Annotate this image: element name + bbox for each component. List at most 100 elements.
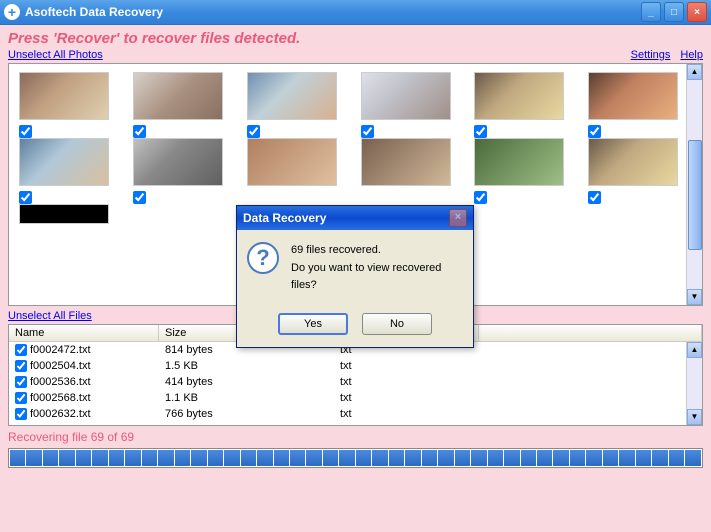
scroll-down-button[interactable]: ▼ — [687, 289, 702, 305]
minimize-button[interactable]: _ — [641, 2, 661, 22]
progress-block — [405, 450, 420, 466]
file-checkbox[interactable] — [15, 408, 27, 420]
settings-link[interactable]: Settings — [631, 49, 671, 61]
photo-item[interactable] — [19, 204, 123, 224]
progress-block — [636, 450, 651, 466]
progress-block — [537, 450, 552, 466]
progress-block — [175, 450, 190, 466]
progress-block — [652, 450, 667, 466]
progress-block — [274, 450, 289, 466]
progress-block — [241, 450, 256, 466]
scroll-thumb[interactable] — [688, 140, 702, 250]
photo-thumb — [474, 72, 564, 120]
file-name: f0002536.txt — [30, 376, 91, 388]
progress-block — [323, 450, 338, 466]
progress-block — [356, 450, 371, 466]
photo-checkbox[interactable] — [588, 191, 601, 204]
progress-block — [158, 450, 173, 466]
progress-block — [471, 450, 486, 466]
photo-checkbox[interactable] — [361, 125, 374, 138]
maximize-button[interactable]: □ — [664, 2, 684, 22]
file-checkbox[interactable] — [15, 344, 27, 356]
photo-item[interactable] — [474, 72, 578, 120]
progress-block — [76, 450, 91, 466]
photo-item[interactable] — [474, 138, 578, 186]
file-name: f0002632.txt — [30, 408, 91, 420]
help-link[interactable]: Help — [680, 49, 703, 61]
file-row[interactable]: f0002536.txt 414 bytestxt — [9, 374, 702, 390]
progress-block — [504, 450, 519, 466]
col-header-name[interactable]: Name — [9, 325, 159, 341]
file-scrollbar[interactable]: ▲ ▼ — [686, 342, 702, 425]
progress-block — [586, 450, 601, 466]
photo-item[interactable] — [247, 138, 351, 186]
photo-checkbox[interactable] — [474, 125, 487, 138]
photo-checkbox[interactable] — [19, 191, 32, 204]
photo-thumb — [133, 72, 223, 120]
file-extension: txt — [334, 392, 479, 404]
progress-block — [455, 450, 470, 466]
progress-block — [488, 450, 503, 466]
photo-thumb — [19, 138, 109, 186]
file-size: 1.5 KB — [159, 360, 334, 372]
scroll-up-button[interactable]: ▲ — [687, 64, 702, 80]
col-header-blank — [479, 325, 702, 341]
photo-thumb — [588, 72, 678, 120]
progress-block — [290, 450, 305, 466]
progress-block — [372, 450, 387, 466]
photo-item[interactable] — [133, 72, 237, 120]
unselect-all-photos-link[interactable]: Unselect All Photos — [8, 49, 103, 61]
file-row[interactable]: f0002632.txt766 bytestxt — [9, 406, 702, 422]
photo-item[interactable] — [361, 138, 465, 186]
photo-item[interactable] — [19, 138, 123, 186]
progress-block — [306, 450, 321, 466]
progress-block — [142, 450, 157, 466]
photo-item[interactable] — [588, 138, 692, 186]
photo-thumb — [588, 138, 678, 186]
progress-bar — [8, 448, 703, 468]
progress-block — [521, 450, 536, 466]
window-title: Asoftech Data Recovery — [25, 5, 641, 19]
file-extension: txt — [334, 376, 479, 388]
scroll-down-button[interactable]: ▼ — [687, 409, 702, 425]
file-size: 766 bytes — [159, 408, 334, 420]
photo-item[interactable] — [133, 138, 237, 186]
photo-thumb — [133, 138, 223, 186]
file-checkbox[interactable] — [15, 392, 27, 404]
progress-block — [389, 450, 404, 466]
file-name: f0002504.txt — [30, 360, 91, 372]
photo-checkbox[interactable] — [588, 125, 601, 138]
yes-button[interactable]: Yes — [278, 313, 348, 335]
photo-thumb — [361, 72, 451, 120]
file-row[interactable]: f0002568.txt1.1 KBtxt — [9, 390, 702, 406]
file-checkbox[interactable] — [15, 360, 27, 372]
progress-block — [208, 450, 223, 466]
photo-item[interactable] — [361, 72, 465, 120]
progress-block — [257, 450, 272, 466]
photo-item[interactable] — [19, 72, 123, 120]
close-button[interactable]: × — [687, 2, 707, 22]
photo-checkbox[interactable] — [474, 191, 487, 204]
photo-item[interactable] — [588, 72, 692, 120]
app-icon: + — [4, 4, 20, 20]
scroll-up-button[interactable]: ▲ — [687, 342, 702, 358]
photo-scrollbar[interactable]: ▲ ▼ — [686, 64, 702, 305]
photo-checkbox[interactable] — [247, 125, 260, 138]
file-size: 414 bytes — [159, 376, 334, 388]
file-checkbox[interactable] — [15, 376, 27, 388]
no-button[interactable]: No — [362, 313, 432, 335]
unselect-all-files-link[interactable]: Unselect All Files — [8, 310, 92, 322]
photo-checkbox[interactable] — [133, 191, 146, 204]
photo-item[interactable] — [247, 72, 351, 120]
question-icon: ? — [247, 242, 279, 274]
file-row[interactable]: f0002504.txt 1.5 KBtxt — [9, 358, 702, 374]
file-extension: txt — [334, 360, 479, 372]
progress-block — [570, 450, 585, 466]
photo-checkbox[interactable] — [19, 125, 32, 138]
dialog-close-button[interactable]: × — [449, 209, 467, 227]
photo-checkbox[interactable] — [133, 125, 146, 138]
progress-block — [59, 450, 74, 466]
photo-thumb — [19, 72, 109, 120]
progress-block — [422, 450, 437, 466]
photo-thumb — [19, 204, 109, 224]
